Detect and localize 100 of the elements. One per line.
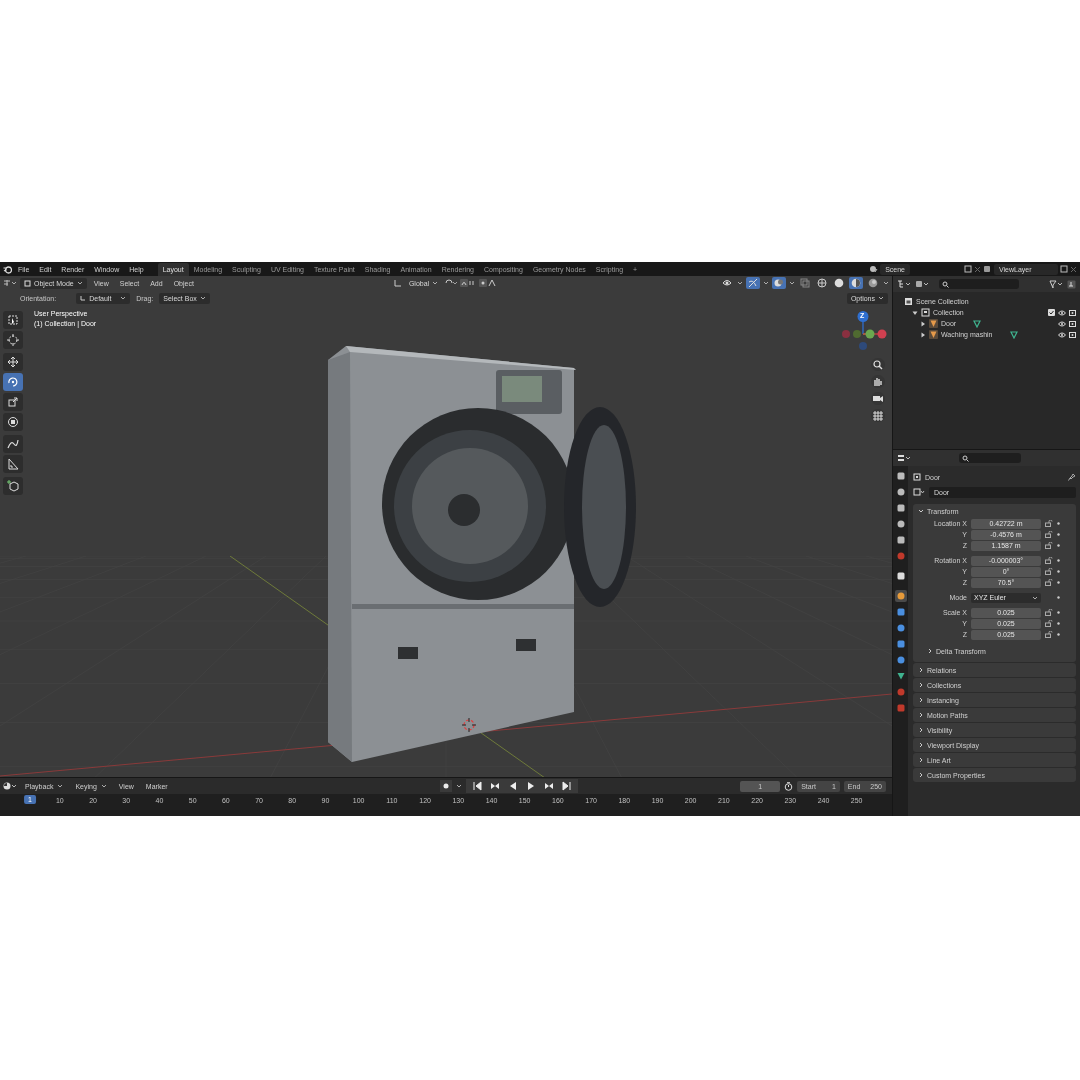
keyframe-dot-icon[interactable] — [1057, 570, 1060, 573]
new-collection-icon[interactable] — [1067, 279, 1076, 289]
auto-keying-button[interactable] — [439, 780, 452, 792]
collection-icon — [921, 308, 930, 317]
overlay-toggle[interactable] — [772, 277, 786, 289]
rotate-tool-button[interactable] — [3, 373, 23, 391]
object-icon — [929, 319, 938, 328]
lock-icon[interactable] — [1045, 531, 1053, 538]
lock-icon[interactable] — [1045, 609, 1053, 616]
close-icon[interactable] — [974, 265, 981, 273]
grid-icon — [872, 409, 884, 422]
navigation-button[interactable] — [871, 375, 885, 388]
keyframe-dot-icon[interactable] — [1057, 559, 1060, 562]
rotate-tool-icon — [7, 376, 19, 388]
editor-type-icon[interactable] — [3, 279, 17, 287]
lock-icon[interactable] — [1045, 557, 1053, 564]
overlay-icon — [774, 278, 784, 288]
transform-orientation-icon[interactable] — [393, 279, 402, 287]
camera-icon[interactable] — [1069, 320, 1076, 327]
snap-icon[interactable] — [460, 279, 477, 287]
mesh-data-icon[interactable] — [1009, 330, 1018, 339]
proportional-edit-icon[interactable] — [479, 279, 498, 287]
lock-icon[interactable] — [1045, 520, 1053, 527]
solid-shading-button[interactable] — [832, 277, 846, 289]
display-mode-icon[interactable] — [915, 280, 929, 288]
close-icon[interactable] — [1070, 265, 1077, 273]
filter-icon[interactable] — [1049, 280, 1063, 288]
lock-icon[interactable] — [1045, 568, 1053, 575]
lock-icon[interactable] — [1045, 631, 1053, 638]
orientation-icon — [80, 295, 87, 301]
expand-chevron-icon — [918, 667, 924, 673]
camera-icon[interactable] — [1069, 309, 1076, 316]
camera-icon[interactable] — [1069, 331, 1076, 338]
caret-icon — [120, 295, 127, 301]
lock-icon[interactable] — [1045, 579, 1053, 586]
eye-icon[interactable] — [1058, 309, 1066, 316]
pin-icon[interactable] — [1068, 473, 1076, 481]
keyframe-dot-icon[interactable] — [1057, 581, 1060, 584]
object-data-icon[interactable] — [913, 488, 925, 496]
hand-icon — [872, 375, 884, 388]
expand-arrow-icon[interactable] — [912, 309, 918, 316]
keyframe-dot-icon[interactable] — [1057, 522, 1060, 525]
object-icon — [929, 330, 938, 339]
checkbox-icon[interactable] — [1048, 309, 1055, 316]
keyframe-dot-icon[interactable] — [1057, 633, 1060, 636]
copy-icon[interactable] — [964, 265, 972, 273]
wireframe-shading-icon — [817, 278, 827, 288]
scale-tool-button[interactable] — [3, 393, 23, 411]
transform-tool-icon — [7, 416, 19, 428]
caret-icon — [883, 280, 889, 286]
3d-cursor-icon — [462, 718, 476, 732]
navigation-button[interactable] — [871, 409, 885, 422]
navigation-button[interactable] — [871, 392, 885, 405]
xray-toggle[interactable] — [798, 277, 812, 289]
editor-type-icon[interactable] — [3, 782, 17, 790]
keyframe-dot-icon[interactable] — [1057, 622, 1060, 625]
gizmo-toggle[interactable] — [746, 277, 760, 289]
editor-type-icon[interactable] — [897, 280, 911, 288]
caret-icon — [76, 280, 83, 286]
caret-icon — [1032, 594, 1038, 601]
pivot-icon[interactable] — [445, 279, 458, 287]
copy-icon[interactable] — [1060, 265, 1068, 273]
eye-icon[interactable] — [1058, 331, 1066, 338]
keyframe-dot-icon[interactable] — [1057, 596, 1060, 599]
measure-tool-button[interactable] — [3, 455, 23, 473]
search-field[interactable] — [959, 453, 1021, 463]
expand-arrow-icon[interactable] — [920, 320, 926, 327]
lock-icon[interactable] — [1045, 542, 1053, 549]
transform-tool-button[interactable] — [3, 413, 23, 431]
annotate-tool-button[interactable] — [3, 435, 23, 453]
keyframe-dot-icon[interactable] — [1057, 611, 1060, 614]
layers-icon[interactable] — [983, 265, 992, 273]
wireframe-shading-button[interactable] — [815, 277, 829, 289]
stopwatch-icon[interactable] — [784, 781, 794, 791]
blender-logo-icon[interactable] — [3, 264, 12, 274]
expand-chevron-icon — [918, 682, 924, 688]
visibility-toggle[interactable] — [720, 277, 734, 289]
expand-chevron-icon — [918, 772, 924, 778]
lock-icon[interactable] — [1045, 620, 1053, 627]
annotate-tool-icon — [7, 438, 19, 450]
jump-start-icon — [471, 781, 482, 791]
cursor-tool-icon — [7, 334, 19, 346]
mesh-data-icon[interactable] — [973, 319, 982, 328]
visibility-icon — [722, 278, 732, 288]
record-icon — [441, 782, 450, 790]
xray-icon — [800, 278, 810, 288]
editor-type-icon[interactable] — [897, 454, 911, 462]
rendered-shading-button[interactable] — [866, 277, 880, 289]
search-field[interactable] — [939, 279, 1019, 289]
keyframe-dot-icon[interactable] — [1057, 533, 1060, 536]
expand-chevron-icon — [918, 742, 924, 748]
rendered-shading-icon — [868, 278, 878, 288]
select-tool-button[interactable] — [3, 311, 23, 329]
cursor-tool-button[interactable] — [3, 331, 23, 349]
move-tool-button[interactable] — [3, 353, 23, 371]
eye-icon[interactable] — [1058, 320, 1066, 327]
navigation-button[interactable] — [871, 358, 885, 371]
material-shading-button[interactable] — [849, 277, 863, 289]
keyframe-dot-icon[interactable] — [1057, 544, 1060, 547]
expand-arrow-icon[interactable] — [920, 331, 926, 338]
